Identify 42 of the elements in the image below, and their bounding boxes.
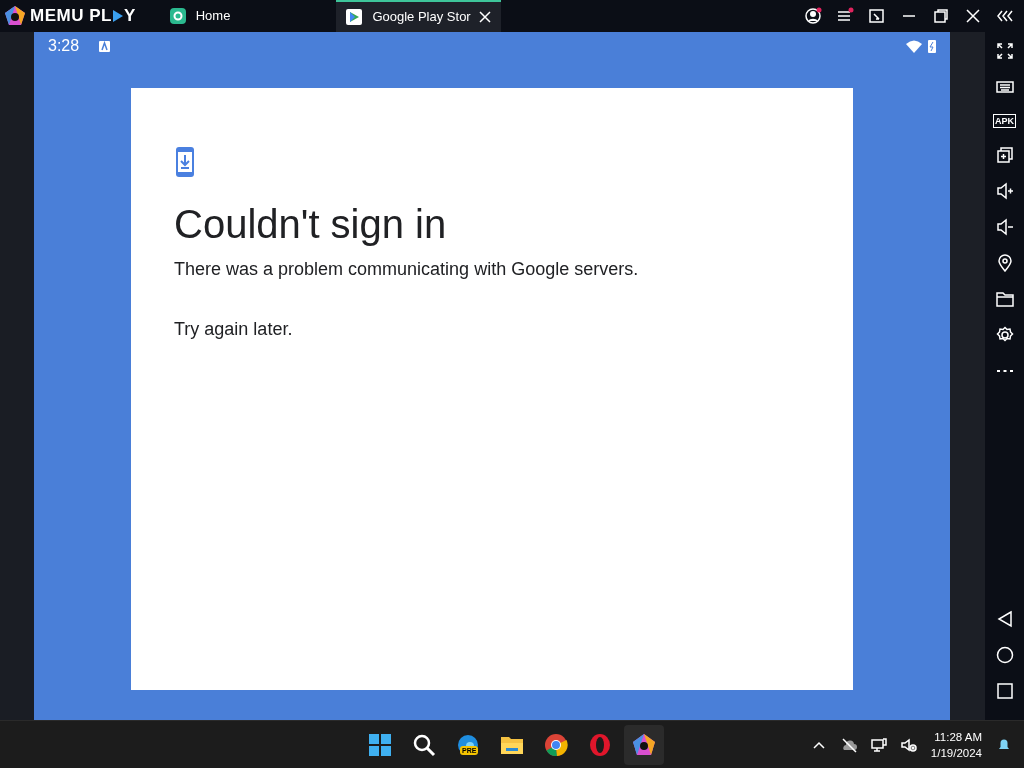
cloud-icon[interactable] bbox=[840, 736, 857, 753]
wifi-icon bbox=[906, 39, 922, 53]
windows-start-icon[interactable] bbox=[368, 732, 392, 757]
opera-icon[interactable] bbox=[588, 732, 612, 757]
home-app-icon bbox=[169, 8, 186, 24]
phone-download-icon bbox=[174, 146, 196, 178]
pentagon-logo-icon bbox=[4, 5, 26, 27]
apk-icon[interactable]: APK bbox=[993, 114, 1016, 128]
account-icon[interactable] bbox=[804, 7, 822, 25]
taskbar-date[interactable]: 1/19/2024 bbox=[930, 744, 982, 761]
tab[interactable]: Home bbox=[159, 0, 241, 32]
fullscreen-icon[interactable] bbox=[995, 42, 1014, 60]
dialog-hint: Try again later. bbox=[174, 318, 294, 341]
close-icon[interactable] bbox=[478, 11, 491, 23]
maximize-icon[interactable] bbox=[932, 7, 950, 25]
back-icon[interactable] bbox=[995, 610, 1014, 628]
pentagon-app-icon[interactable] bbox=[632, 732, 656, 757]
location-pin-icon[interactable] bbox=[995, 254, 1014, 272]
play-triangle-icon bbox=[111, 9, 124, 23]
search-icon[interactable] bbox=[412, 732, 436, 757]
dialog-title: Couldn't sign in bbox=[174, 201, 448, 248]
recents-icon[interactable] bbox=[995, 682, 1014, 700]
chrome-icon[interactable] bbox=[544, 732, 568, 757]
muted-speaker-icon[interactable] bbox=[900, 736, 917, 753]
battery-icon bbox=[928, 39, 936, 53]
tab[interactable]: Google Play Stor bbox=[336, 0, 501, 32]
volume-down-icon[interactable] bbox=[995, 218, 1014, 236]
screenshot-icon[interactable] bbox=[868, 7, 886, 25]
volume-up-icon[interactable] bbox=[995, 182, 1014, 200]
settings-icon[interactable] bbox=[995, 326, 1014, 344]
clock-time: 3:28 bbox=[48, 36, 80, 56]
home-icon[interactable] bbox=[995, 646, 1014, 664]
multi-window-icon[interactable] bbox=[995, 146, 1014, 164]
taskbar-time[interactable]: 11:28 AM bbox=[930, 728, 982, 745]
dialog-message: There was a problem communicating with Google servers. bbox=[174, 258, 640, 281]
monitor-icon[interactable] bbox=[870, 736, 887, 753]
play-store-icon bbox=[346, 9, 363, 25]
close-icon[interactable] bbox=[964, 7, 982, 25]
keyboard-icon[interactable] bbox=[995, 78, 1014, 96]
logo-text: MEMU PL Y bbox=[30, 5, 136, 28]
folder-icon[interactable] bbox=[995, 290, 1014, 308]
notification-icon bbox=[99, 40, 111, 52]
